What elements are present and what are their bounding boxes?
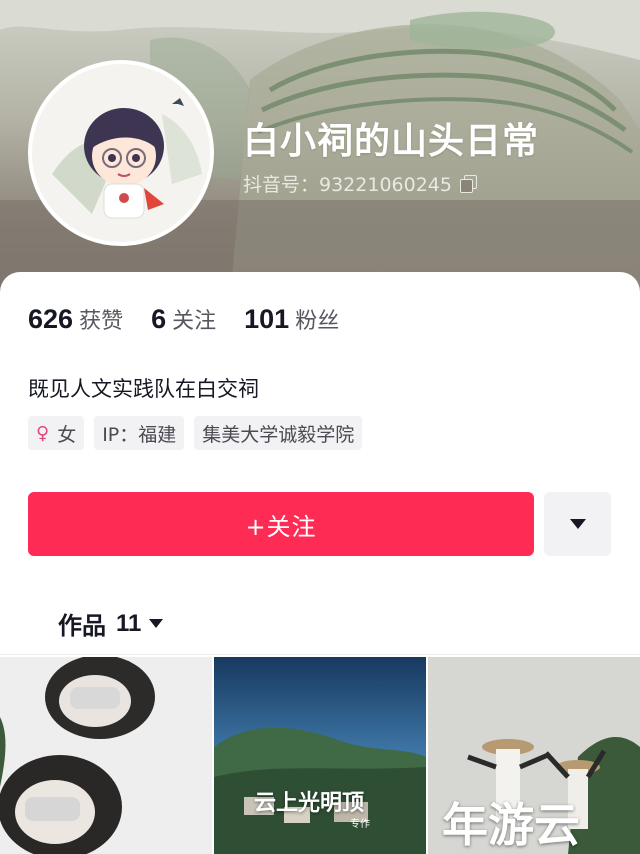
stat-likes[interactable]: 626 获赞 bbox=[28, 303, 123, 335]
video-thumbnail-title: 年游云 bbox=[442, 798, 580, 852]
ip-tag: IP：福建 bbox=[94, 416, 185, 450]
triangle-down-icon bbox=[569, 519, 586, 529]
stat-followers[interactable]: 101 粉丝 bbox=[244, 303, 339, 335]
more-options-button[interactable] bbox=[544, 492, 611, 556]
video-thumbnail[interactable] bbox=[0, 657, 212, 854]
video-thumbnail[interactable]: 云上光明顶 专作 bbox=[214, 657, 426, 854]
copy-icon[interactable] bbox=[459, 175, 477, 193]
video-thumbnail-title: 云上光明顶 bbox=[254, 790, 365, 816]
stat-followers-value: 101 bbox=[244, 304, 290, 334]
gender-tag-label: 女 bbox=[57, 423, 77, 446]
douyin-id-text: 抖音号：93221060245 bbox=[243, 174, 452, 196]
female-icon: ♀ bbox=[36, 422, 50, 444]
stat-following-value: 6 bbox=[151, 304, 167, 334]
tab-works[interactable]: 作品 11 bbox=[58, 606, 164, 641]
bio: 既见人文实践队在白交祠 bbox=[28, 377, 259, 401]
follow-button[interactable]: +关注 bbox=[28, 492, 534, 556]
avatar[interactable] bbox=[28, 60, 214, 246]
video-thumbnail[interactable]: 年游云 bbox=[428, 657, 640, 854]
video-grid: 云上光明顶 专作 年游云 bbox=[0, 657, 640, 854]
stats-row: 626 获赞 6 关注 101 粉丝 bbox=[28, 303, 367, 335]
video-thumbnail-subtitle: 专作 bbox=[350, 819, 370, 830]
tag-row: ♀ 女 IP：福建 集美大学诚毅学院 bbox=[28, 416, 372, 450]
stat-following-label: 关注 bbox=[172, 309, 217, 334]
stat-followers-label: 粉丝 bbox=[295, 309, 340, 334]
divider bbox=[0, 654, 640, 655]
school-tag[interactable]: 集美大学诚毅学院 bbox=[194, 416, 363, 450]
stat-likes-label: 获赞 bbox=[79, 309, 124, 334]
stat-likes-value: 626 bbox=[28, 304, 74, 334]
douyin-id: 抖音号：93221060245 bbox=[243, 170, 477, 197]
stat-following[interactable]: 6 关注 bbox=[151, 303, 216, 335]
tab-works-label: 作品 bbox=[58, 612, 106, 640]
tab-works-count: 11 bbox=[116, 609, 142, 637]
nickname: 白小祠的山头日常 bbox=[243, 121, 540, 162]
gender-tag: ♀ 女 bbox=[28, 416, 85, 450]
chevron-down-icon[interactable] bbox=[149, 619, 164, 628]
